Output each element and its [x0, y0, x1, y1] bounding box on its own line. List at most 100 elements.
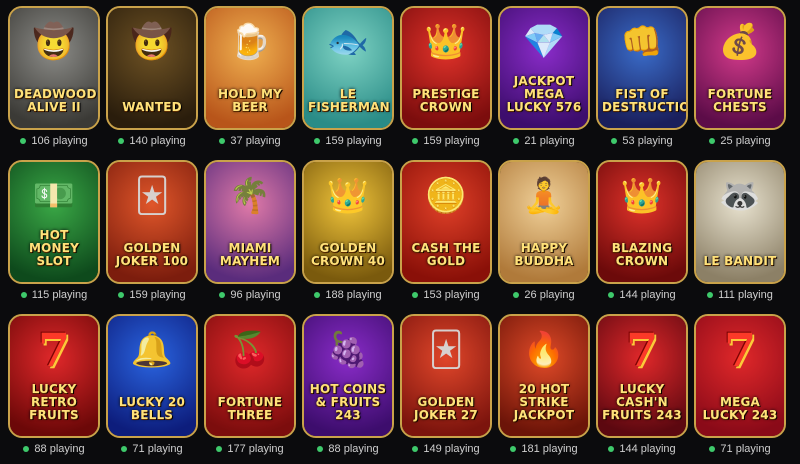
game-title: Blazing Crown — [611, 241, 673, 268]
coin-icon: 🪙 — [424, 176, 468, 216]
game-tile[interactable]: 🃏 Golden Joker 27 149 playing — [400, 314, 492, 464]
raccoon-icon: 🦝 — [718, 176, 762, 216]
game-thumbnail[interactable]: 🍒 Fortune Three — [204, 314, 296, 438]
game-tile[interactable]: 💰 Fortune Chests 25 playing — [694, 6, 786, 156]
player-count: 53 playing — [611, 134, 673, 148]
game-thumbnail[interactable]: 🌴 Miami Mayhem — [204, 160, 296, 284]
online-status-icon — [118, 138, 125, 144]
game-thumbnail[interactable]: 💵 Hot Money Slot — [8, 160, 100, 284]
game-tile[interactable]: 🍺 Hold My Beer 37 playing — [204, 6, 296, 156]
game-tile[interactable]: 7 Mega Lucky 243 71 playing — [694, 314, 786, 464]
game-title: Le Bandit — [703, 254, 777, 268]
game-tile[interactable]: 💎 Jackpot Mega Lucky 576 21 playing — [498, 6, 590, 156]
game-tile[interactable]: 👑 Prestige Crown 159 playing — [400, 6, 492, 156]
game-thumbnail[interactable]: 🍇 Hot Coins & Fruits 243 — [302, 314, 394, 438]
online-status-icon — [412, 446, 419, 452]
game-title: Golden Crown 40 — [310, 241, 385, 268]
game-thumbnail[interactable]: 👑 Golden Crown 40 — [302, 160, 394, 284]
game-title: Wanted — [122, 100, 182, 114]
player-count: 159 playing — [118, 288, 186, 302]
game-tile[interactable]: 🍇 Hot Coins & Fruits 243 88 playing — [302, 314, 394, 464]
player-count: 88 playing — [317, 442, 379, 456]
game-thumbnail[interactable]: 🔔 Lucky 20 Bells — [106, 314, 198, 438]
game-thumbnail[interactable]: 👑 Prestige Crown — [400, 6, 492, 130]
game-thumbnail[interactable]: 💰 Fortune Chests — [694, 6, 786, 130]
game-thumbnail[interactable]: 🦝 Le Bandit — [694, 160, 786, 284]
game-tile[interactable]: 🤠 Wanted 140 playing — [106, 6, 198, 156]
crown-icon: 👑 — [620, 176, 664, 216]
seven-icon: 7 — [625, 323, 658, 377]
game-thumbnail[interactable]: 🐟 Le Fisherman — [302, 6, 394, 130]
game-tile[interactable]: 💵 Hot Money Slot 115 playing — [8, 160, 100, 310]
game-tile[interactable]: 7 Lucky Cash'n Fruits 243 144 playing — [596, 314, 688, 464]
player-count-label: 37 playing — [230, 135, 281, 147]
game-title: Hot Money Slot — [28, 228, 80, 268]
cherry-icon: 🍒 — [228, 330, 272, 370]
grapes-icon: 🍇 — [326, 330, 370, 370]
game-tile[interactable]: 🧘 Happy Buddha 26 playing — [498, 160, 590, 310]
chest-icon: 💰 — [718, 22, 762, 62]
game-tile[interactable]: 🤠 Deadwood Alive II 106 playing — [8, 6, 100, 156]
game-title: Cash the Gold — [411, 241, 481, 268]
game-title: 20 Hot Strike Jackpot — [513, 382, 575, 422]
game-thumbnail[interactable]: 🃏 Golden Joker 27 — [400, 314, 492, 438]
game-title: Prestige Crown — [412, 87, 480, 114]
game-tile[interactable]: 👑 Golden Crown 40 188 playing — [302, 160, 394, 310]
game-tile[interactable]: 👑 Blazing Crown 144 playing — [596, 160, 688, 310]
player-count-label: 159 playing — [129, 289, 186, 301]
cowboy-hat-icon: 🤠 — [130, 22, 174, 62]
game-tile[interactable]: 🃏 Golden Joker 100 159 playing — [106, 160, 198, 310]
online-status-icon — [219, 138, 226, 144]
online-status-icon — [23, 446, 30, 452]
player-count: 71 playing — [121, 442, 183, 456]
game-tile[interactable]: 🔔 Lucky 20 Bells 71 playing — [106, 314, 198, 464]
game-thumbnail[interactable]: 🤠 Wanted — [106, 6, 198, 130]
game-thumbnail[interactable]: 🧘 Happy Buddha — [498, 160, 590, 284]
game-thumbnail[interactable]: 🤠 Deadwood Alive II — [8, 6, 100, 130]
seven-icon: 7 — [723, 323, 756, 377]
game-title: Lucky Cash'n Fruits 243 — [602, 382, 682, 422]
game-tile[interactable]: 7 Lucky Retro Fruits 88 playing — [8, 314, 100, 464]
game-title: Le Fisherman — [308, 87, 390, 114]
player-count: 106 playing — [20, 134, 88, 148]
game-tile[interactable]: 🪙 Cash the Gold 153 playing — [400, 160, 492, 310]
game-tile[interactable]: 🐟 Le Fisherman 159 playing — [302, 6, 394, 156]
game-thumbnail[interactable]: 🃏 Golden Joker 100 — [106, 160, 198, 284]
game-thumbnail[interactable]: 7 Lucky Cash'n Fruits 243 — [596, 314, 688, 438]
player-count-label: 159 playing — [325, 135, 382, 147]
game-thumbnail[interactable]: 🍺 Hold My Beer — [204, 6, 296, 130]
player-count: 181 playing — [510, 442, 578, 456]
game-title: Lucky 20 Bells — [118, 395, 186, 422]
player-count: 188 playing — [314, 288, 382, 302]
game-tile[interactable]: 👊 Fist of Destruction 53 playing — [596, 6, 688, 156]
game-tile[interactable]: 🌴 Miami Mayhem 96 playing — [204, 160, 296, 310]
money-icon: 💵 — [32, 176, 76, 216]
game-title: Deadwood Alive II — [14, 87, 97, 114]
game-tile[interactable]: 🦝 Le Bandit 111 playing — [694, 160, 786, 310]
game-tile[interactable]: 🔥 20 Hot Strike Jackpot 181 playing — [498, 314, 590, 464]
game-thumbnail[interactable]: 7 Mega Lucky 243 — [694, 314, 786, 438]
online-status-icon — [314, 292, 321, 298]
player-count-label: 106 playing — [31, 135, 88, 147]
crown-icon: 👑 — [326, 176, 370, 216]
game-thumbnail[interactable]: 🔥 20 Hot Strike Jackpot — [498, 314, 590, 438]
player-count: 159 playing — [412, 134, 480, 148]
game-thumbnail[interactable]: 7 Lucky Retro Fruits — [8, 314, 100, 438]
game-title: Miami Mayhem — [219, 241, 281, 268]
game-thumbnail[interactable]: 🪙 Cash the Gold — [400, 160, 492, 284]
game-tile[interactable]: 🍒 Fortune Three 177 playing — [204, 314, 296, 464]
online-status-icon — [317, 446, 324, 452]
game-thumbnail[interactable]: 💎 Jackpot Mega Lucky 576 — [498, 6, 590, 130]
player-count: 144 playing — [608, 442, 676, 456]
game-thumbnail[interactable]: 👊 Fist of Destruction — [596, 6, 688, 130]
player-count-label: 25 playing — [720, 135, 771, 147]
beer-icon: 🍺 — [228, 22, 272, 62]
game-title: Golden Joker 27 — [414, 395, 478, 422]
buddha-icon: 🧘 — [522, 176, 566, 216]
online-status-icon — [707, 292, 714, 298]
game-thumbnail[interactable]: 👑 Blazing Crown — [596, 160, 688, 284]
joker-icon: 🃏 — [134, 176, 170, 216]
game-title: Fortune Chests — [707, 87, 773, 114]
cowboy-icon: 🤠 — [32, 22, 76, 62]
player-count-label: 181 playing — [521, 443, 578, 455]
